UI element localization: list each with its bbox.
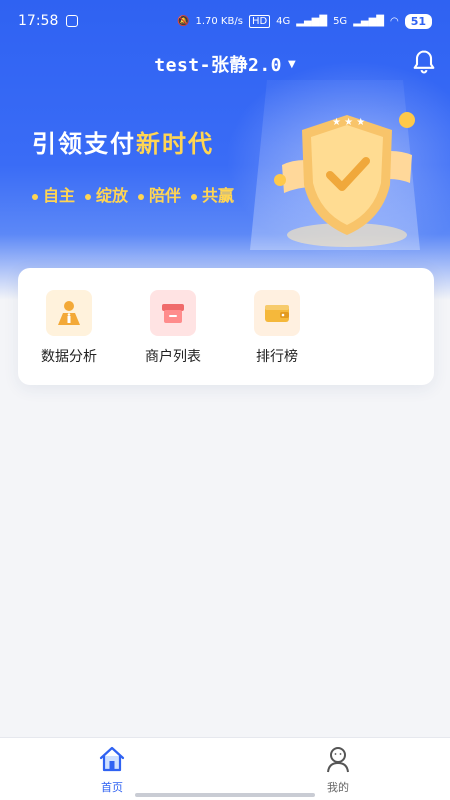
bell-icon[interactable] xyxy=(410,48,438,76)
bottom-navigation: 首页 我的 xyxy=(0,737,450,800)
ranking-icon xyxy=(254,290,300,336)
net-speed: 1.70 KB/s xyxy=(195,15,243,27)
svg-text:★ ★ ★: ★ ★ ★ xyxy=(332,117,365,128)
sim-icon xyxy=(66,15,79,27)
banner-tag: 绽放 xyxy=(85,182,128,206)
action-data-analysis[interactable]: 数据分析 xyxy=(24,290,114,366)
action-ranking[interactable]: 排行榜 xyxy=(232,290,322,366)
signal-icon-2: ▂▄▆█ xyxy=(353,15,384,27)
hd-badge: HD xyxy=(248,14,271,28)
action-merchant-list[interactable]: 商户列表 xyxy=(128,290,218,366)
slogan-accent: 新时代 xyxy=(136,130,214,158)
profile-icon xyxy=(327,747,349,773)
banner-tag: 陪伴 xyxy=(138,182,181,206)
banner-tags: 自主 绽放 陪伴 共赢 xyxy=(32,182,234,206)
page-title: test-张静2.0 xyxy=(154,55,282,76)
banner-tag: 共赢 xyxy=(191,182,234,206)
network-4g: 4G xyxy=(276,15,291,27)
data-analysis-icon xyxy=(46,290,92,336)
network-5g: 5G xyxy=(333,15,348,27)
mute-icon: 🔕 xyxy=(177,15,190,27)
battery-badge: 51 xyxy=(404,13,432,29)
nav-home[interactable]: 首页 xyxy=(67,744,157,795)
shield-illustration: ★ ★ ★ xyxy=(274,112,415,247)
home-indicator xyxy=(135,793,315,797)
account-switcher[interactable]: test-张静2.0 ▼ xyxy=(0,44,450,84)
merchant-list-icon xyxy=(150,290,196,336)
action-label: 商户列表 xyxy=(145,349,201,365)
nav-profile[interactable]: 我的 xyxy=(293,744,383,795)
slogan-main: 引领支付 xyxy=(32,130,136,158)
banner-slogan: 引领支付新时代 xyxy=(32,124,214,159)
status-time: 17:58 xyxy=(18,13,59,29)
chevron-down-icon: ▼ xyxy=(288,58,296,70)
banner-tag: 自主 xyxy=(32,182,75,206)
wifi-icon: ◠ xyxy=(389,15,399,27)
action-label: 数据分析 xyxy=(41,349,97,365)
quick-actions-card: 数据分析 商户列表 排行榜 xyxy=(18,268,434,385)
status-bar: 17:58 🔕 1.70 KB/s HD 4G ▂▄▆█ 5G ▂▄▆█ ◠ 5… xyxy=(0,0,450,42)
action-label: 排行榜 xyxy=(256,349,298,365)
home-icon xyxy=(99,746,125,772)
signal-icon: ▂▄▆█ xyxy=(296,15,328,27)
